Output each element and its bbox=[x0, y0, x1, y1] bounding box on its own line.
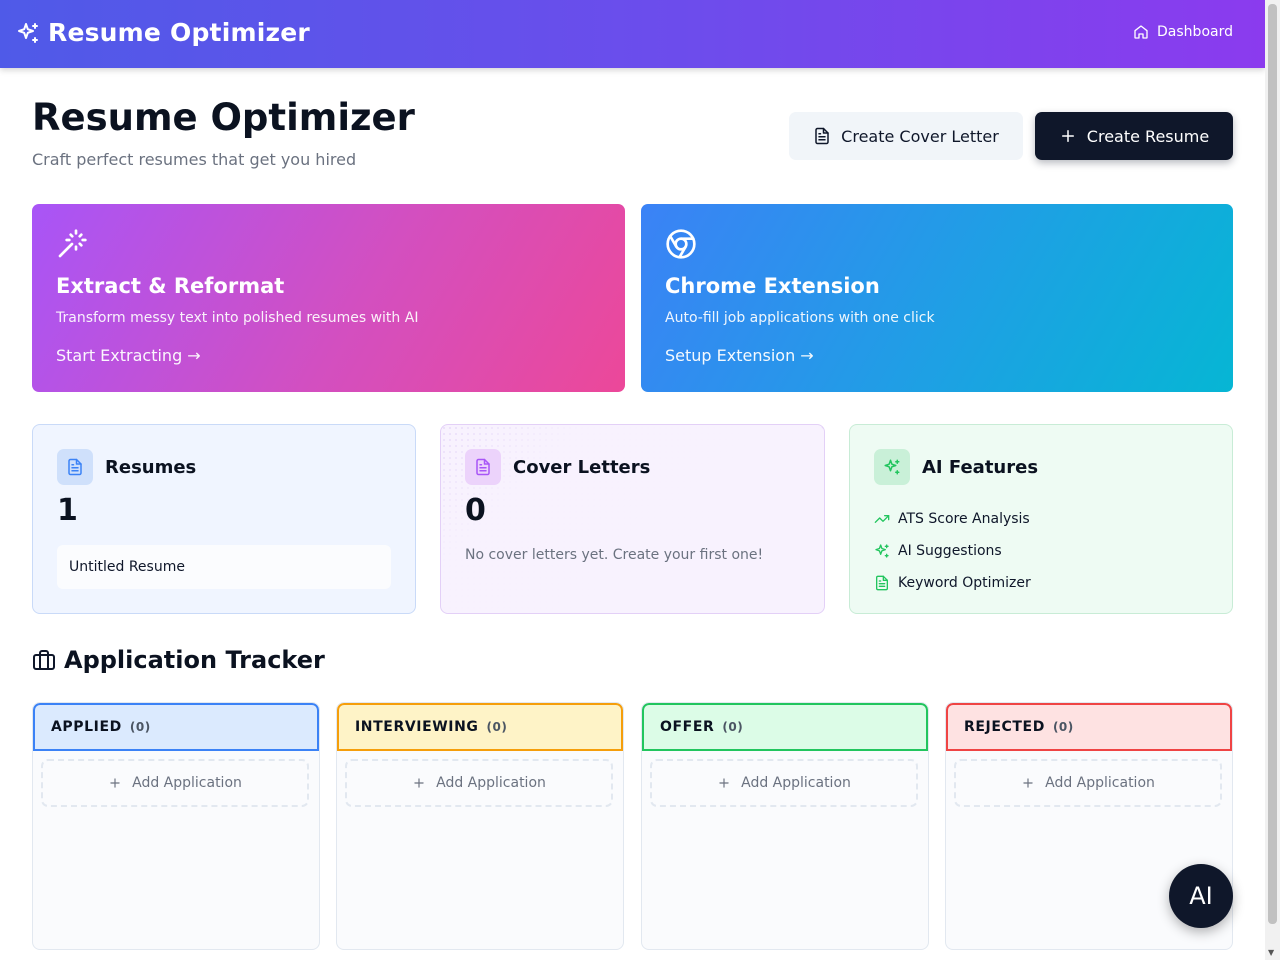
ai-feature-item: AI Suggestions bbox=[874, 535, 1031, 567]
file-text-icon bbox=[876, 575, 888, 591]
create-cover-letter-button[interactable]: Create Cover Letter bbox=[789, 112, 1023, 160]
ai-features-title: AI Features bbox=[922, 456, 1039, 478]
add-application-button[interactable]: Add Application bbox=[650, 759, 918, 807]
ai-feature-label: Keyword Optimizer bbox=[898, 575, 1031, 591]
home-icon bbox=[1134, 25, 1148, 39]
file-text-icon bbox=[815, 127, 829, 145]
column-count: (0) bbox=[486, 720, 508, 734]
brand[interactable]: Resume Optimizer bbox=[16, 18, 310, 47]
chrome-extension-card[interactable]: Chrome Extension Auto-fill job applicati… bbox=[641, 204, 1233, 392]
create-resume-label: Create Resume bbox=[1086, 126, 1210, 146]
plus-icon bbox=[414, 778, 424, 788]
setup-extension-link[interactable]: Setup Extension → bbox=[665, 346, 814, 365]
column-title: OFFER bbox=[660, 719, 715, 735]
column-header: APPLIED (0) bbox=[33, 703, 319, 751]
column-title: REJECTED bbox=[964, 719, 1045, 735]
brand-title: Resume Optimizer bbox=[48, 18, 310, 47]
sparkles-icon bbox=[875, 544, 889, 558]
nav-dashboard-label: Dashboard bbox=[1157, 24, 1233, 40]
feature-title: Extract & Reformat bbox=[56, 274, 285, 298]
application-tracker-title: Application Tracker bbox=[64, 646, 325, 674]
resumes-count: 1 bbox=[57, 493, 78, 528]
feature-description: Auto-fill job applications with one clic… bbox=[665, 310, 935, 326]
resumes-title: Resumes bbox=[105, 456, 197, 478]
column-header: OFFER (0) bbox=[642, 703, 928, 751]
start-extracting-link[interactable]: Start Extracting → bbox=[56, 346, 201, 365]
ai-feature-item: ATS Score Analysis bbox=[874, 503, 1031, 535]
chrome-icon bbox=[666, 229, 696, 259]
tracker-column-applied: APPLIED (0) Add Application bbox=[32, 702, 320, 950]
scroll-down-arrow-icon[interactable]: ▼ bbox=[1268, 949, 1274, 957]
plus-icon bbox=[1023, 778, 1033, 788]
add-application-label: Add Application bbox=[1045, 775, 1155, 791]
sparkles-icon bbox=[874, 449, 910, 485]
top-navbar: Resume Optimizer Dashboard bbox=[0, 0, 1265, 68]
plus-icon bbox=[719, 778, 729, 788]
briefcase-icon bbox=[33, 650, 55, 670]
ai-features-list: ATS Score Analysis AI Suggestions Keywor… bbox=[874, 503, 1031, 599]
column-header: REJECTED (0) bbox=[946, 703, 1232, 751]
column-count: (0) bbox=[129, 720, 151, 734]
create-cover-letter-label: Create Cover Letter bbox=[841, 126, 999, 146]
feature-title: Chrome Extension bbox=[665, 274, 880, 298]
plus-icon bbox=[1061, 130, 1074, 142]
ai-feature-label: ATS Score Analysis bbox=[898, 511, 1030, 527]
cover-letters-empty-note: No cover letters yet. Create your first … bbox=[465, 547, 764, 563]
tracker-column-interviewing: INTERVIEWING (0) Add Application bbox=[336, 702, 624, 950]
scrollbar-thumb[interactable] bbox=[1268, 4, 1277, 924]
cover-letters-card: Cover Letters 0 No cover letters yet. Cr… bbox=[440, 424, 825, 614]
resume-list-item[interactable]: Untitled Resume bbox=[57, 545, 391, 589]
page-title: Resume Optimizer bbox=[32, 96, 415, 139]
file-text-icon bbox=[465, 449, 501, 485]
add-application-label: Add Application bbox=[741, 775, 851, 791]
ai-features-card: AI Features ATS Score Analysis AI Sugges… bbox=[849, 424, 1233, 614]
page-scrollbar[interactable]: ▼ bbox=[1265, 0, 1280, 960]
application-tracker-heading: Application Tracker bbox=[32, 646, 325, 674]
column-header: INTERVIEWING (0) bbox=[337, 703, 623, 751]
column-title: INTERVIEWING bbox=[355, 719, 479, 735]
file-text-icon bbox=[57, 449, 93, 485]
add-application-label: Add Application bbox=[436, 775, 546, 791]
feature-description: Transform messy text into polished resum… bbox=[56, 310, 419, 326]
column-title: APPLIED bbox=[51, 719, 122, 735]
ai-feature-item: Keyword Optimizer bbox=[874, 567, 1031, 599]
trending-up-icon bbox=[874, 515, 890, 523]
add-application-label: Add Application bbox=[132, 775, 242, 791]
add-application-button[interactable]: Add Application bbox=[41, 759, 309, 807]
nav-dashboard-link[interactable]: Dashboard bbox=[1133, 24, 1233, 40]
column-count: (0) bbox=[722, 720, 744, 734]
ai-feature-label: AI Suggestions bbox=[898, 543, 1002, 559]
cover-letters-title: Cover Letters bbox=[513, 456, 651, 478]
add-application-button[interactable]: Add Application bbox=[954, 759, 1222, 807]
add-application-button[interactable]: Add Application bbox=[345, 759, 613, 807]
tracker-column-offer: OFFER (0) Add Application bbox=[641, 702, 929, 950]
magic-wand-icon bbox=[58, 229, 87, 258]
create-resume-button[interactable]: Create Resume bbox=[1035, 112, 1233, 160]
column-count: (0) bbox=[1052, 720, 1074, 734]
page-subtitle: Craft perfect resumes that get you hired bbox=[32, 150, 357, 169]
resumes-card: Resumes 1 Untitled Resume bbox=[32, 424, 416, 614]
extract-reformat-card[interactable]: Extract & Reformat Transform messy text … bbox=[32, 204, 625, 392]
ai-assistant-button[interactable]: AI bbox=[1169, 864, 1233, 928]
plus-icon bbox=[110, 778, 120, 788]
sparkles-icon bbox=[18, 22, 38, 43]
cover-letters-count: 0 bbox=[465, 493, 486, 528]
